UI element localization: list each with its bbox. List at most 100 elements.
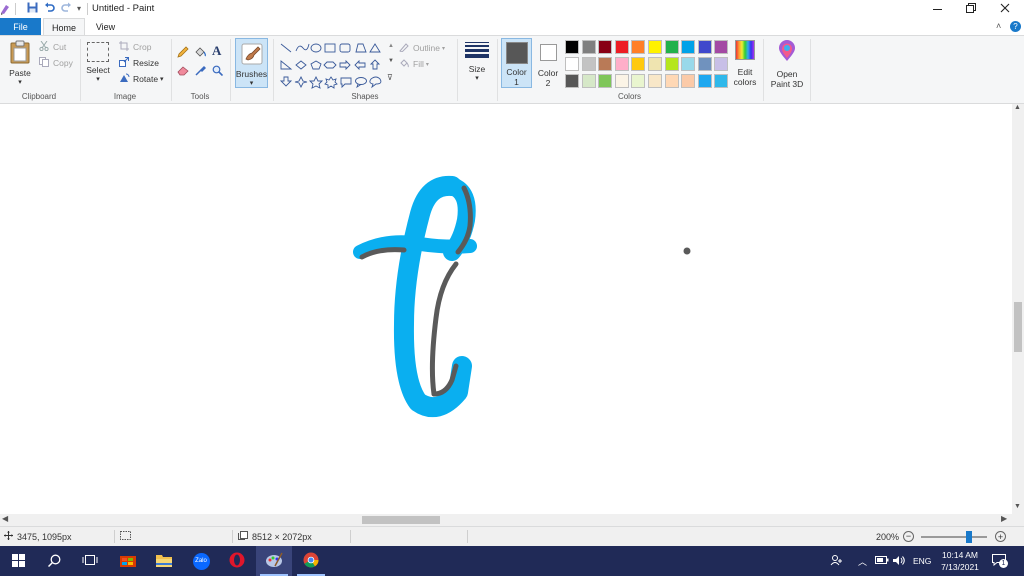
resize-button[interactable]: Resize — [119, 57, 159, 69]
palette-swatch[interactable] — [697, 40, 712, 54]
show-hidden-icons-button[interactable]: ︿ — [858, 546, 867, 576]
palette-swatch[interactable] — [648, 57, 662, 71]
battery-status[interactable] — [875, 546, 889, 576]
vertical-scroll-thumb[interactable] — [1014, 302, 1022, 352]
minimize-button[interactable] — [920, 0, 954, 18]
palette-swatch[interactable] — [697, 57, 712, 71]
text-tool-icon[interactable]: A — [212, 43, 221, 59]
palette-swatch[interactable] — [581, 40, 596, 54]
scroll-up-icon[interactable]: ▲ — [1014, 104, 1021, 111]
drawing-canvas[interactable] — [0, 104, 1012, 514]
close-icon — [1000, 3, 1010, 16]
start-button[interactable] — [0, 546, 36, 576]
taskbar-chrome[interactable] — [293, 546, 329, 576]
crop-button[interactable]: Crop — [119, 41, 151, 53]
undo-icon[interactable] — [44, 2, 55, 15]
open-paint3d-button[interactable]: Open Paint 3D — [768, 40, 806, 89]
color-picker-icon[interactable] — [195, 65, 207, 78]
color1-button[interactable]: Color 1 — [501, 38, 532, 88]
select-button[interactable]: Select ▾ — [85, 42, 111, 83]
palette-swatch[interactable] — [631, 57, 646, 71]
palette-swatch[interactable] — [598, 57, 613, 71]
canvas-workspace[interactable] — [0, 104, 1012, 514]
scroll-right-icon[interactable]: ▶ — [1001, 514, 1007, 523]
clock[interactable]: 10:14 AM 7/13/2021 — [937, 546, 983, 576]
outline-button[interactable]: Outline ▾ — [399, 42, 445, 54]
palette-swatch[interactable] — [565, 74, 579, 88]
size-button[interactable]: Size ▾ — [463, 42, 491, 82]
tab-file[interactable]: File — [0, 18, 41, 35]
palette-swatch[interactable] — [664, 57, 679, 71]
palette-swatch[interactable] — [581, 57, 596, 71]
eraser-icon[interactable] — [177, 65, 189, 78]
save-icon[interactable] — [27, 2, 38, 15]
customize-qa-icon[interactable]: ▾ — [77, 4, 81, 13]
pencil-icon[interactable] — [177, 46, 189, 60]
palette-swatch[interactable] — [581, 74, 596, 88]
palette-swatch[interactable] — [714, 74, 729, 88]
close-button[interactable] — [988, 0, 1022, 18]
taskbar-paint[interactable] — [256, 546, 292, 576]
language-indicator[interactable]: ENG — [913, 546, 931, 576]
fill-button[interactable]: Fill ▾ — [399, 58, 429, 70]
restore-button[interactable] — [954, 0, 988, 18]
people-button[interactable] — [830, 546, 844, 576]
palette-swatch[interactable] — [614, 40, 629, 54]
taskbar-zalo[interactable]: Zalo — [183, 546, 219, 576]
palette-swatch[interactable] — [681, 57, 696, 71]
color2-button[interactable]: Color 2 — [535, 40, 561, 88]
palette-swatch[interactable] — [598, 74, 613, 88]
horizontal-scrollbar[interactable]: ◀ ▶ — [0, 514, 1012, 526]
shapes-scroll-up-icon[interactable]: ▲ — [388, 43, 394, 49]
magnifier-icon[interactable] — [212, 65, 224, 78]
shapes-expand-icon[interactable]: ⊽ — [387, 73, 393, 82]
cut-button[interactable]: Cut — [39, 40, 66, 53]
scroll-left-icon[interactable]: ◀ — [2, 514, 8, 523]
palette-swatch[interactable] — [697, 74, 712, 88]
search-button[interactable] — [36, 546, 72, 576]
vertical-scrollbar[interactable]: ▲ ▼ — [1012, 104, 1024, 514]
taskbar-app-store[interactable] — [110, 546, 146, 576]
edit-colors-button[interactable]: Edit colors — [732, 40, 758, 87]
selection-size-icon — [120, 531, 131, 542]
zoom-in-icon[interactable]: + — [995, 531, 1006, 542]
paste-button[interactable]: Paste ▾ — [6, 40, 34, 86]
palette-swatch[interactable] — [614, 57, 629, 71]
tab-view[interactable]: View — [88, 18, 123, 35]
palette-swatch[interactable] — [681, 40, 696, 54]
zoom-slider[interactable] — [921, 531, 987, 543]
taskbar-opera[interactable] — [219, 546, 255, 576]
palette-swatch[interactable] — [565, 57, 579, 71]
rotate-button[interactable]: Rotate ▾ — [119, 73, 164, 85]
zoom-out-icon[interactable]: − — [903, 531, 914, 542]
redo-icon[interactable] — [61, 2, 72, 15]
palette-swatch[interactable] — [631, 74, 646, 88]
minimize-ribbon-icon[interactable]: ˄ — [996, 21, 1001, 31]
palette-swatch[interactable] — [681, 74, 696, 88]
volume-button[interactable] — [893, 546, 905, 576]
fill-bucket-icon[interactable] — [194, 46, 207, 60]
task-view-button[interactable] — [72, 546, 108, 576]
help-icon[interactable]: ? — [1010, 21, 1021, 32]
taskbar-file-explorer[interactable] — [146, 546, 182, 576]
palette-swatch[interactable] — [664, 74, 679, 88]
shapes-scroll-down-icon[interactable]: ▼ — [388, 58, 394, 64]
horizontal-scroll-thumb[interactable] — [362, 516, 440, 524]
palette-swatch[interactable] — [631, 40, 646, 54]
zoom-slider-thumb[interactable] — [965, 531, 972, 543]
shapes-gallery[interactable] — [279, 41, 386, 91]
palette-swatch[interactable] — [614, 74, 629, 88]
fill-icon — [399, 58, 410, 70]
palette-swatch[interactable] — [648, 74, 662, 88]
palette-swatch[interactable] — [565, 40, 579, 54]
copy-button[interactable]: Copy — [39, 57, 73, 69]
tab-home[interactable]: Home — [43, 18, 85, 36]
palette-swatch[interactable] — [714, 40, 729, 54]
scroll-down-icon[interactable]: ▼ — [1014, 503, 1021, 510]
brushes-button[interactable]: Brushes ▾ — [235, 38, 268, 88]
palette-swatch[interactable] — [648, 40, 662, 54]
palette-swatch[interactable] — [598, 40, 613, 54]
palette-swatch[interactable] — [714, 57, 729, 71]
palette-swatch[interactable] — [664, 40, 679, 54]
action-center-button[interactable]: 1 — [992, 546, 1008, 576]
